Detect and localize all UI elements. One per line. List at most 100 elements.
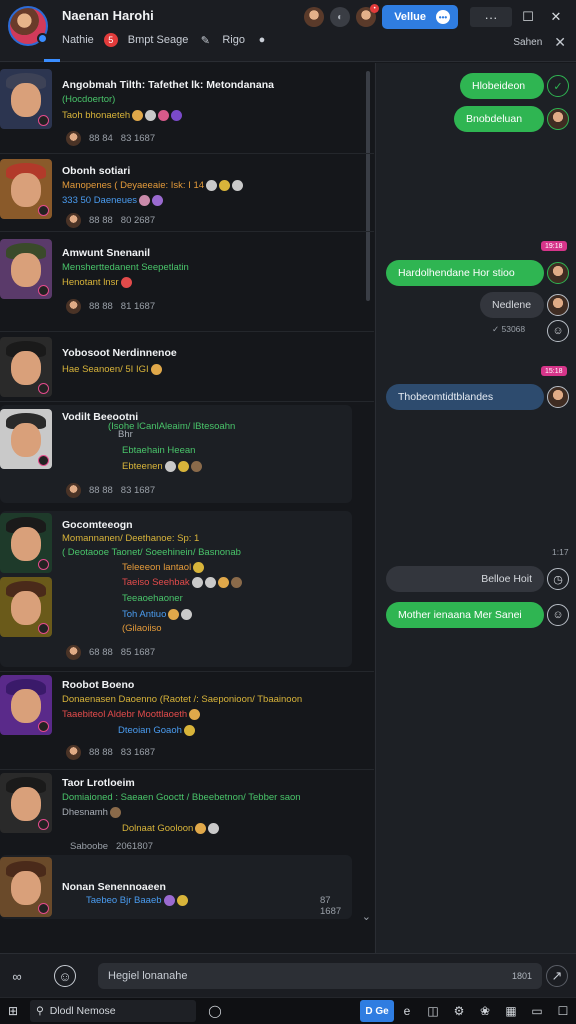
- status-icon[interactable]: ◐: [330, 7, 351, 27]
- emoji-icon: [191, 577, 203, 588]
- feed-card[interactable]: Angobmah Tilth: Tafethet lk: Metondanana…: [0, 67, 352, 151]
- tab-rigo[interactable]: Rigo: [222, 34, 245, 46]
- active-app-icon[interactable]: D Ge: [360, 1000, 394, 1022]
- card-line: Taebeo Bjr Baaeb: [86, 895, 188, 906]
- close-window-icon[interactable]: ✕: [544, 7, 568, 27]
- composer: ∞ ☺ Hegiel lonanahe 1801 ↗: [0, 953, 576, 997]
- emoji-icon: [177, 461, 189, 472]
- card-meta: 68 88 85 1687: [66, 645, 155, 660]
- card-thumbnail: [0, 69, 52, 129]
- card-thumbnail: [0, 857, 52, 917]
- feed-card[interactable]: Vodilt Beeootni (Isohe lCanlAleaim/ lBte…: [0, 405, 352, 503]
- emoji-icon: [109, 807, 121, 818]
- app-avatar[interactable]: [8, 6, 48, 46]
- card-meta: 88 88 83 1687: [66, 745, 155, 760]
- tab-nathie[interactable]: Nathie: [62, 34, 94, 46]
- chat-message[interactable]: Nedlene: [480, 292, 544, 318]
- photos-icon[interactable]: ❀: [472, 1000, 498, 1022]
- display-icon[interactable]: ▭: [524, 1000, 550, 1022]
- scroll-down-icon[interactable]: ⌄: [362, 910, 371, 923]
- emoji-icon: [232, 180, 244, 191]
- feed-card[interactable]: Roobot Boeno Donaenasen Daoenno (Raotet …: [0, 673, 352, 763]
- feed-card[interactable]: Amwunt Snenanil Mensherttedanent Seepetl…: [0, 237, 352, 317]
- chat-icon[interactable]: ☐: [550, 1000, 576, 1022]
- link-icon[interactable]: ∞: [6, 965, 28, 987]
- feed-card[interactable]: Gocomteeogn Momannanen/ Deethanoe: Sp: 1…: [0, 511, 352, 667]
- more-options-icon[interactable]: ···: [470, 7, 512, 27]
- feed-card[interactable]: Yobosoot Nerdinnenoe Hae Seanoen/ 5I IGI: [0, 335, 352, 399]
- card-line: Teeaoehaoner: [122, 593, 183, 604]
- card-meta: Saboobe 2061807: [70, 841, 154, 852]
- chat-message[interactable]: Thobeomtidtblandes: [386, 384, 544, 410]
- maximize-icon[interactable]: ☐: [516, 7, 540, 27]
- sub-label[interactable]: Sahen: [513, 37, 542, 48]
- card-line: Manopenes ( Deyaeeaie: Isk: I 14: [62, 180, 244, 191]
- chat-message[interactable]: Hlobeideon: [460, 73, 544, 99]
- notification-avatar[interactable]: •: [356, 4, 380, 27]
- reaction-icon[interactable]: ☺: [547, 604, 569, 626]
- message-input[interactable]: Hegiel lonanahe 1801: [98, 963, 542, 989]
- settings-icon[interactable]: ⚙: [446, 1000, 472, 1022]
- emoji-icon: [217, 577, 229, 588]
- emoji-icon: [145, 110, 157, 121]
- primary-button[interactable]: Vellue •••: [382, 5, 458, 29]
- search-icon: ⚲: [36, 1005, 44, 1017]
- card-title: Gocomteeogn: [62, 519, 133, 531]
- card-line: Bhr: [118, 429, 133, 440]
- chat-message[interactable]: Belloe Hoit: [386, 566, 544, 592]
- pen-icon: ✎: [200, 34, 210, 47]
- primary-button-label: Vellue: [394, 11, 426, 23]
- edge-icon[interactable]: e: [394, 1000, 420, 1022]
- chat-message[interactable]: Hardolhendane Hor stioo: [386, 260, 544, 286]
- feed-card[interactable]: Obonh sotiari Manopenes ( Deyaeeaie: Isk…: [0, 157, 352, 233]
- card-thumbnail: [0, 675, 52, 735]
- reaction-icon[interactable]: ☺: [547, 320, 569, 342]
- card-title: Yobosoot Nerdinnenoe: [62, 347, 177, 359]
- card-thumbnail: [0, 239, 52, 299]
- card-thumbnail: [0, 513, 52, 573]
- card-line: Henotant lnsr: [62, 277, 132, 288]
- feed-card[interactable]: Nonan Senennoaeen Taebeo Bjr Baaeb 87 16…: [0, 855, 352, 919]
- chat-message[interactable]: Bnobdeluan: [454, 106, 544, 132]
- chat-message[interactable]: Mother ienaana Mer Sanei: [386, 602, 544, 628]
- emoji-picker-icon[interactable]: ☺: [54, 965, 76, 987]
- header-sub: Sahen ✕: [513, 34, 566, 51]
- feed-card[interactable]: Taor Lrotloeim Domiaioned : Saeaen Gooct…: [0, 771, 352, 857]
- emoji-icon: [164, 461, 176, 472]
- feed-scrollbar[interactable]: [366, 71, 370, 301]
- online-status-icon: [37, 33, 48, 44]
- card-line: Mensherttedanent Seepetlatin: [62, 262, 189, 273]
- window-controls: ··· ☐ ✕: [470, 7, 568, 27]
- apps-grid-icon[interactable]: ▦: [498, 1000, 524, 1022]
- explorer-icon[interactable]: ◫: [420, 1000, 446, 1022]
- user-avatar[interactable]: [304, 7, 325, 27]
- card-thumbnail: [0, 159, 52, 219]
- card-line: Taaebiteol Aldebr Moottlaoeth: [62, 709, 201, 720]
- taskbar: ⊞ ⚲ Dlodl Nemose ◯ D Ge e ◫ ⚙ ❀ ▦ ▭ ☐: [0, 997, 576, 1024]
- windows-start-icon[interactable]: ⊞: [0, 1000, 26, 1022]
- message-status-icon: ✓: [547, 75, 569, 97]
- card-thumbnail: [0, 409, 52, 469]
- close-panel-icon[interactable]: ✕: [554, 34, 566, 51]
- emoji-icon: [181, 609, 193, 620]
- card-line: Domiaioned : Saeaen Gooctt / Bbeebetnon/…: [62, 792, 301, 803]
- emoji-icon: [230, 577, 242, 588]
- bell-icon[interactable]: ●: [255, 33, 269, 47]
- cortana-icon[interactable]: ◯: [202, 1000, 228, 1022]
- reaction-icon[interactable]: ◷: [547, 568, 569, 590]
- emoji-icon: [193, 562, 205, 573]
- app-title: Naenan Harohi: [62, 8, 154, 23]
- emoji-icon: [158, 110, 170, 121]
- attach-icon[interactable]: ↗: [546, 965, 568, 987]
- card-title: Amwunt Snenanil: [62, 247, 151, 259]
- author-avatar: [66, 745, 81, 760]
- active-tab-indicator: [44, 59, 60, 62]
- time-chip: 15:18: [541, 366, 567, 376]
- taskbar-search[interactable]: ⚲ Dlodl Nemose: [30, 1000, 196, 1022]
- card-line: Dhesnamh: [62, 807, 121, 818]
- sender-avatar: [547, 386, 569, 408]
- emoji-icon: [139, 195, 151, 206]
- header: Naenan Harohi Nathie 5 Bmpt Seage ✎ Rigo…: [0, 0, 576, 62]
- tab-bmpt-seage[interactable]: Bmpt Seage: [128, 34, 189, 46]
- card-line: Toh Antiuo: [122, 609, 193, 620]
